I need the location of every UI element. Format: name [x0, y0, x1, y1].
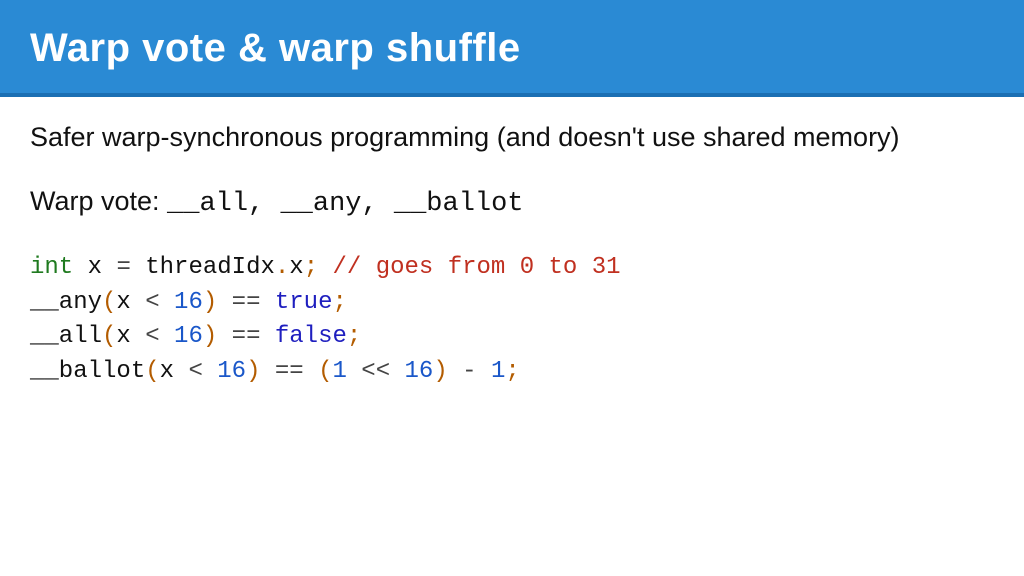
tok: 16 — [160, 289, 203, 316]
title-bar: Warp vote & warp shuffle — [0, 0, 1024, 97]
tok: ; — [304, 254, 318, 281]
tok: __any — [30, 289, 102, 316]
tok: ) — [203, 323, 217, 350]
intro-text: Safer warp-synchronous programming (and … — [30, 119, 994, 155]
code-line-1: int x = threadIdx.x; // goes from 0 to 3… — [30, 254, 621, 281]
comment: // goes from 0 to 31 — [318, 254, 620, 281]
tok: == — [217, 289, 275, 316]
tok: ) — [433, 358, 447, 385]
warp-vote-label: Warp vote: — [30, 186, 167, 216]
tok: 1 — [332, 358, 346, 385]
tok: == — [217, 323, 275, 350]
tok: x — [116, 289, 145, 316]
tok: true — [275, 289, 333, 316]
kw-int: int — [30, 254, 73, 281]
tok: x — [160, 358, 189, 385]
tok: ( — [318, 358, 332, 385]
tok: < — [145, 289, 159, 316]
tok: false — [275, 323, 347, 350]
tok: x — [116, 323, 145, 350]
slide-title: Warp vote & warp shuffle — [30, 26, 994, 71]
code-line-2: __any(x < 16) == true; — [30, 289, 347, 316]
tok: x — [73, 254, 116, 281]
tok: ) — [203, 289, 217, 316]
tok: ; — [505, 358, 519, 385]
tok: ( — [102, 323, 116, 350]
tok: ( — [145, 358, 159, 385]
tok: threadIdx — [131, 254, 275, 281]
warp-vote-funcs: __all, __any, __ballot — [167, 189, 523, 219]
warp-vote-line: Warp vote: __all, __any, __ballot — [30, 183, 994, 222]
code-line-4: __ballot(x < 16) == (1 << 16) - 1; — [30, 358, 520, 385]
tok: 16 — [160, 323, 203, 350]
tok: < — [145, 323, 159, 350]
tok: __all — [30, 323, 102, 350]
tok: __ballot — [30, 358, 145, 385]
tok: x — [289, 254, 303, 281]
tok: ; — [332, 289, 346, 316]
tok: < — [188, 358, 202, 385]
tok: = — [116, 254, 130, 281]
tok: ; — [347, 323, 361, 350]
tok: ) — [246, 358, 260, 385]
tok: == — [260, 358, 318, 385]
code-block: int x = threadIdx.x; // goes from 0 to 3… — [30, 251, 994, 390]
tok: ( — [102, 289, 116, 316]
tok: . — [275, 254, 289, 281]
code-line-3: __all(x < 16) == false; — [30, 323, 361, 350]
tok: - — [448, 358, 491, 385]
tok: << — [347, 358, 405, 385]
tok: 1 — [491, 358, 505, 385]
slide-body: Safer warp-synchronous programming (and … — [0, 97, 1024, 390]
tok: 16 — [405, 358, 434, 385]
slide: Warp vote & warp shuffle Safer warp-sync… — [0, 0, 1024, 576]
tok: 16 — [203, 358, 246, 385]
